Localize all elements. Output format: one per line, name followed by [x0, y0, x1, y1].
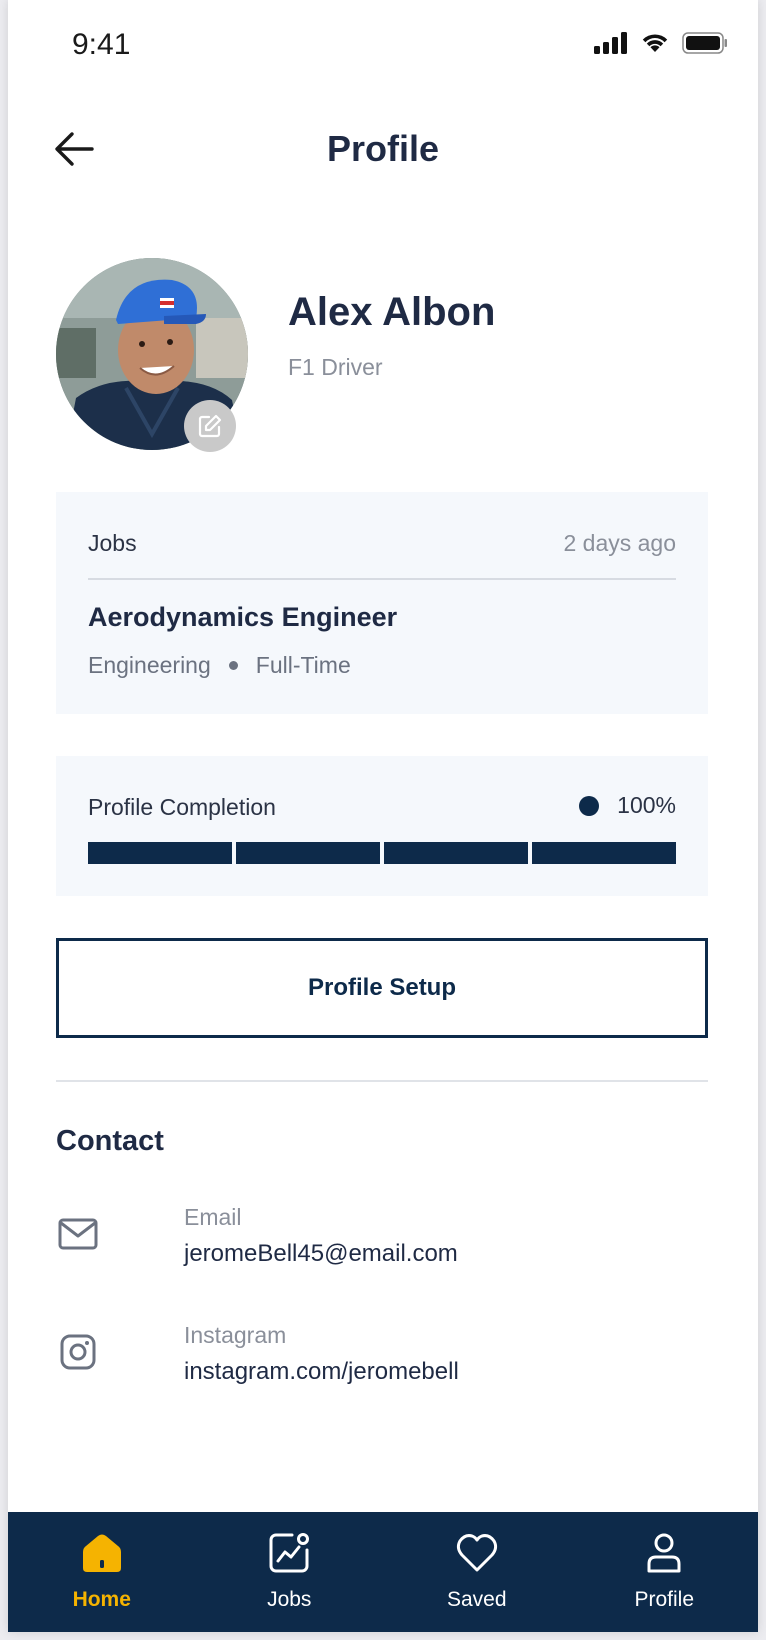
completion-status: 100% — [579, 792, 676, 819]
contact-email: Email jeromeBell45@email.com — [56, 1204, 708, 1284]
instagram-link[interactable]: instagram.com/jeromebell — [184, 1358, 459, 1386]
wifi-icon — [642, 34, 668, 52]
contact-title: Contact — [56, 1125, 164, 1157]
profile-completion-card: Profile Completion 100% — [56, 756, 708, 896]
jobs-chart-icon — [269, 1533, 310, 1573]
home-icon — [82, 1534, 121, 1572]
nav-item-profile[interactable]: Profile — [571, 1512, 759, 1632]
nav-label-jobs: Jobs — [267, 1588, 312, 1611]
mail-icon — [58, 1218, 98, 1250]
progress-segment-fill — [236, 842, 380, 864]
nav-item-saved[interactable]: Saved — [383, 1512, 571, 1632]
job-employment-type: Full-Time — [255, 652, 351, 678]
progress-segment — [384, 842, 528, 864]
separator-dot — [228, 661, 238, 670]
job-meta: Engineering Full-Time — [88, 652, 351, 679]
header: Profile — [8, 100, 758, 200]
jobs-label: Jobs — [88, 530, 137, 556]
email-link[interactable]: jeromeBell45@email.com — [184, 1240, 458, 1268]
progress-segment — [236, 842, 380, 864]
contact-instagram: Instagram instagram.com/jeromebell — [56, 1322, 708, 1402]
progress-segment — [532, 842, 676, 864]
status-icons — [594, 32, 728, 54]
profile-header: Alex Albon F1 Driver — [56, 258, 716, 458]
profile-role: F1 Driver — [288, 354, 383, 380]
nav-label-home: Home — [72, 1588, 131, 1611]
completion-label: Profile Completion — [88, 794, 276, 820]
bottom-nav: Home Jobs Saved Profile — [8, 1512, 758, 1632]
job-title: Aerodynamics Engineer — [88, 602, 398, 632]
section-divider — [56, 1080, 708, 1082]
nav-item-home[interactable]: Home — [8, 1512, 196, 1632]
instagram-icon — [60, 1334, 96, 1370]
progress-segment-fill — [88, 842, 232, 864]
status-dot — [579, 795, 600, 816]
cellular-signal-icon — [594, 32, 627, 54]
nav-label-profile: Profile — [634, 1588, 695, 1611]
jobs-card[interactable]: Jobs 2 days ago Aerodynamics Engineer En… — [56, 492, 708, 714]
instagram-label: Instagram — [184, 1322, 287, 1348]
profile-setup-button[interactable]: Profile Setup — [56, 938, 708, 1038]
page-title: Profile — [326, 128, 440, 169]
completion-value: 100% — [617, 792, 676, 818]
jobs-time: 2 days ago — [563, 530, 676, 556]
user-icon — [647, 1533, 681, 1573]
status-time: 9:41 — [72, 28, 131, 61]
completion-progress-bar — [88, 842, 676, 864]
progress-segment-fill — [532, 842, 676, 864]
job-department: Engineering — [88, 652, 211, 678]
divider — [88, 578, 676, 580]
email-label: Email — [184, 1204, 242, 1230]
status-bar: 9:41 — [8, 0, 758, 92]
nav-label-saved: Saved — [446, 1588, 507, 1611]
progress-segment-fill — [384, 842, 528, 864]
progress-segment — [88, 842, 232, 864]
heart-icon — [456, 1534, 497, 1572]
nav-item-jobs[interactable]: Jobs — [196, 1512, 384, 1632]
battery-icon — [682, 32, 727, 54]
app-screen: 9:41 Profile Alex Albon F1 Driver Jobs 2… — [8, 0, 758, 1632]
profile-name: Alex Albon — [288, 290, 496, 334]
edit-avatar-button[interactable] — [184, 400, 236, 452]
edit-icon — [198, 414, 222, 438]
